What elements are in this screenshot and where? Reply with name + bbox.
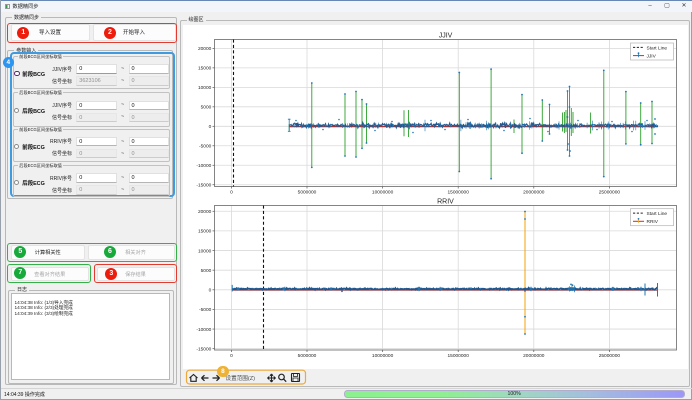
svg-text:10000: 10000: [198, 85, 212, 91]
svg-text:JJIV: JJIV: [439, 33, 453, 40]
svg-text:20000: 20000: [198, 209, 212, 215]
svg-text:-5000: -5000: [199, 144, 212, 150]
svg-text:-15000: -15000: [196, 346, 211, 352]
svg-text:设置范围(Z): 设置范围(Z): [226, 374, 256, 382]
svg-text:10000000: 10000000: [372, 353, 394, 359]
svg-text:15000000: 15000000: [448, 353, 470, 359]
svg-text:RRIV: RRIV: [437, 199, 454, 206]
svg-text:10000000: 10000000: [372, 190, 394, 196]
svg-text:Start Line: Start Line: [647, 211, 668, 217]
svg-text:-10000: -10000: [196, 327, 211, 333]
svg-text:0: 0: [230, 353, 233, 359]
svg-text:0: 0: [209, 288, 212, 294]
svg-text:-15000: -15000: [196, 183, 211, 189]
svg-text:15000: 15000: [198, 66, 212, 72]
svg-text:15000: 15000: [198, 229, 212, 235]
svg-text:0: 0: [209, 124, 212, 130]
svg-text:JJIV: JJIV: [647, 54, 657, 60]
svg-text:5000: 5000: [201, 268, 212, 274]
svg-text:-10000: -10000: [196, 163, 211, 169]
svg-text:10000: 10000: [198, 248, 212, 254]
svg-text:Start Line: Start Line: [647, 45, 668, 51]
svg-text:20000000: 20000000: [523, 353, 545, 359]
svg-text:5000: 5000: [201, 105, 212, 111]
svg-text:25000000: 25000000: [599, 353, 621, 359]
svg-text:-5000: -5000: [199, 307, 212, 313]
svg-text:5000000: 5000000: [298, 353, 317, 359]
svg-text:0: 0: [230, 190, 233, 196]
svg-text:RRIV: RRIV: [647, 219, 659, 225]
svg-text:25000000: 25000000: [599, 190, 621, 196]
svg-text:20000: 20000: [198, 46, 212, 52]
svg-text:20000000: 20000000: [523, 190, 545, 196]
svg-text:15000000: 15000000: [448, 190, 470, 196]
svg-text:5000000: 5000000: [298, 190, 317, 196]
